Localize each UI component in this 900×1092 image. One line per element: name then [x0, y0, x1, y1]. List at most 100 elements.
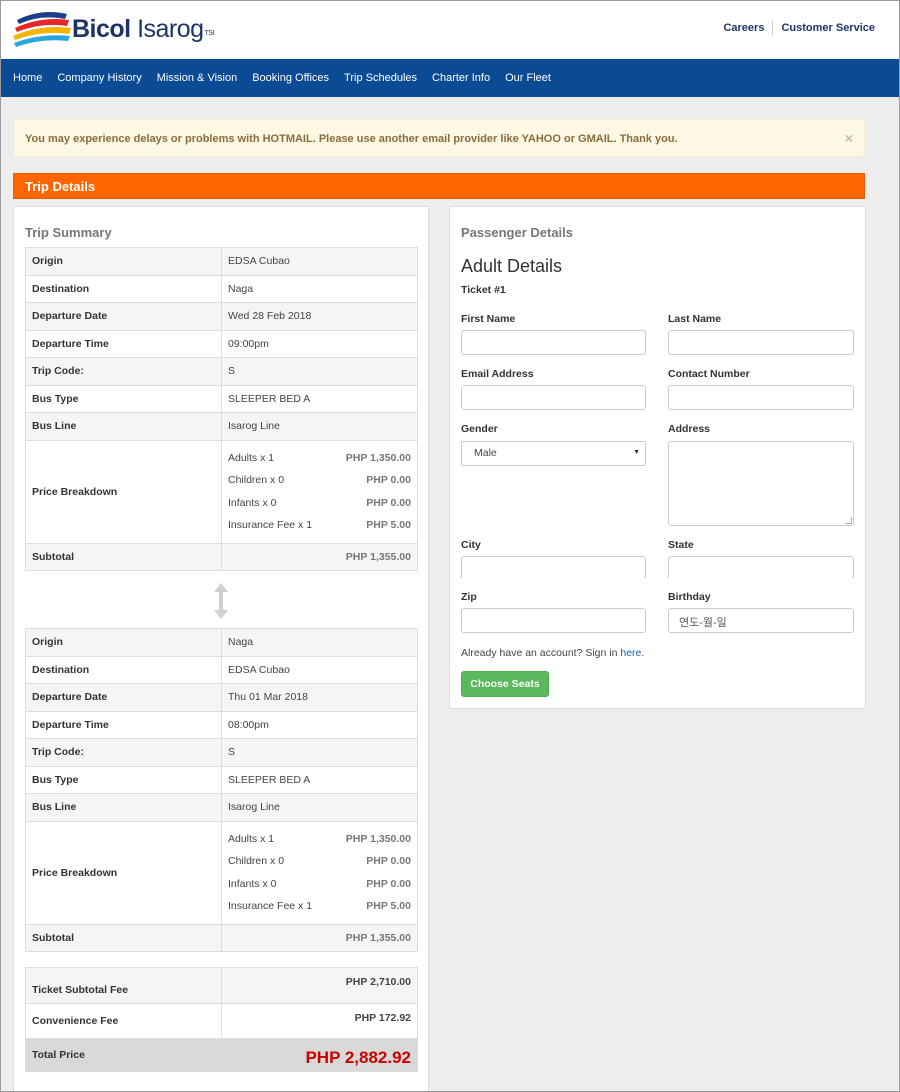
convenience-fee-label: Convenience Fee [25, 1003, 222, 1039]
list-item: Adults x 1 PHP 1,350.00 [228, 828, 411, 851]
birthday-placeholder: 연도-월-일 [679, 617, 727, 629]
table-row: Departure Time 09:00pm [25, 329, 418, 358]
choose-seats-button[interactable]: Choose Seats [461, 671, 549, 697]
sign-in-text: Already have an account? Sign in [461, 647, 621, 659]
nav-trip-schedules[interactable]: Trip Schedules [344, 72, 417, 84]
alert-close-icon[interactable]: × [845, 130, 853, 146]
nav-mission-vision[interactable]: Mission & Vision [157, 72, 238, 84]
departure-date-value: Thu 01 Mar 2018 [221, 683, 418, 712]
chevron-down-icon: ▼ [633, 449, 640, 456]
table-row: Departure Date Thu 01 Mar 2018 [25, 683, 418, 712]
table-row: Bus Line Isarog Line [25, 412, 418, 441]
nav-company-history[interactable]: Company History [57, 72, 141, 84]
bus-line-label: Bus Line [25, 793, 222, 822]
sign-in-link[interactable]: here [620, 647, 641, 659]
gender-label: Gender [461, 423, 498, 435]
careers-link[interactable]: Careers [723, 22, 764, 34]
table-row: Bus Type SLEEPER BED A [25, 384, 418, 413]
passenger-details-panel: Passenger Details Adult Details Ticket #… [449, 206, 866, 709]
zip-label: Zip [461, 591, 477, 603]
resize-handle-icon[interactable] [845, 517, 852, 524]
table-row: Price Breakdown Adults x 1 PHP 1,350.00 C… [25, 439, 418, 544]
address-label: Address [668, 423, 711, 435]
subtotal-label: Subtotal [25, 923, 222, 952]
nav-charter-info[interactable]: Charter Info [432, 72, 490, 84]
subtotal-label: Subtotal [25, 542, 222, 571]
contact-number-label: Contact Number [668, 368, 750, 380]
table-row: Departure Time 08:00pm [25, 710, 418, 739]
breakdown-item: Children x 0 [228, 855, 285, 868]
table-row: Price Breakdown Adults x 1 PHP 1,350.00 C… [25, 820, 418, 925]
bus-type-label: Bus Type [25, 384, 222, 413]
total-price-label: Total Price [25, 1038, 222, 1072]
trip-summary-panel: Trip Summary Origin EDSA Cubao Destinatio… [13, 206, 429, 1091]
nav-our-fleet[interactable]: Our Fleet [505, 72, 551, 84]
origin-value: EDSA Cubao [221, 247, 418, 276]
gender-selected-value: Male [474, 447, 497, 459]
breakdown-amount: PHP 0.00 [366, 474, 411, 487]
city-field[interactable] [461, 556, 646, 578]
subtotal-value: PHP 1,355.00 [221, 923, 418, 952]
destination-value: Naga [221, 274, 418, 303]
sign-in-end: . [641, 647, 645, 659]
list-item: Insurance Fee x 1 PHP 5.00 [228, 895, 411, 918]
address-textarea[interactable] [668, 441, 854, 526]
trip-code-value: S [221, 738, 418, 767]
bus-line-label: Bus Line [25, 412, 222, 441]
table-row: Total Price PHP 2,882.92 [25, 1038, 418, 1072]
email-field[interactable] [461, 385, 646, 410]
contact-number-field[interactable] [668, 385, 854, 410]
ticket-subtotal-value: PHP 2,710.00 [221, 967, 418, 1004]
bus-type-value: SLEEPER BED A [221, 384, 418, 413]
list-item: Children x 0 PHP 0.00 [228, 469, 411, 492]
customer-service-link[interactable]: Customer Service [781, 22, 875, 34]
sign-in-prompt: Already have an account? Sign in here. [461, 647, 644, 659]
departure-time-value: 08:00pm [221, 710, 418, 739]
breakdown-amount: PHP 5.00 [366, 900, 411, 913]
origin-label: Origin [25, 247, 222, 276]
logo-wordmark: Bicol IsarogTSI [72, 14, 214, 44]
table-row: Origin Naga [25, 628, 418, 657]
site-logo[interactable]: Bicol IsarogTSI [13, 10, 214, 50]
birthday-field[interactable]: 연도-월-일 [668, 608, 854, 633]
convenience-fee-value: PHP 172.92 [221, 1003, 418, 1039]
email-label: Email Address [461, 368, 534, 380]
last-name-label: Last Name [668, 313, 722, 325]
departure-time-label: Departure Time [25, 710, 222, 739]
breakdown-item: Children x 0 [228, 474, 285, 487]
nav-home[interactable]: Home [13, 72, 42, 84]
logo-emblem-icon [13, 12, 71, 47]
logo-text-bold: Bicol [72, 15, 131, 43]
breakdown-item: Insurance Fee x 1 [228, 900, 313, 913]
round-trip-arrow-icon [214, 583, 228, 619]
breakdown-item: Adults x 1 [228, 832, 275, 845]
logo-text: Isarog [130, 15, 204, 43]
totals-table: Ticket Subtotal Fee PHP 2,710.00 Convenie… [25, 967, 418, 1072]
zip-field[interactable] [461, 608, 646, 633]
price-breakdown-label: Price Breakdown [25, 439, 222, 544]
list-item: Children x 0 PHP 0.00 [228, 850, 411, 873]
city-label: City [461, 539, 481, 551]
alert-message: You may experience delays or problems wi… [25, 133, 678, 145]
breakdown-item: Infants x 0 [228, 496, 277, 509]
state-field[interactable] [668, 556, 854, 578]
gender-select[interactable]: Male ▼ [461, 441, 646, 466]
bus-type-label: Bus Type [25, 765, 222, 794]
first-name-label: First Name [461, 313, 516, 325]
price-breakdown-list: Adults x 1 PHP 1,350.00 Children x 0 PHP 0… [221, 820, 418, 925]
trip-details-heading: Trip Details [13, 173, 865, 199]
first-name-field[interactable] [461, 330, 646, 355]
bus-type-value: SLEEPER BED A [221, 765, 418, 794]
table-row: Ticket Subtotal Fee PHP 2,710.00 [25, 967, 418, 1004]
table-row: Bus Line Isarog Line [25, 793, 418, 822]
subtotal-value: PHP 1,355.00 [221, 542, 418, 571]
last-name-field[interactable] [668, 330, 854, 355]
breakdown-amount: PHP 5.00 [366, 519, 411, 532]
price-breakdown-label: Price Breakdown [25, 820, 222, 925]
table-row: Trip Code: S [25, 738, 418, 767]
breakdown-amount: PHP 1,350.00 [345, 832, 411, 845]
breakdown-item: Insurance Fee x 1 [228, 519, 313, 532]
nav-booking-offices[interactable]: Booking Offices [252, 72, 329, 84]
breakdown-amount: PHP 0.00 [366, 496, 411, 509]
top-links-divider [772, 21, 774, 35]
